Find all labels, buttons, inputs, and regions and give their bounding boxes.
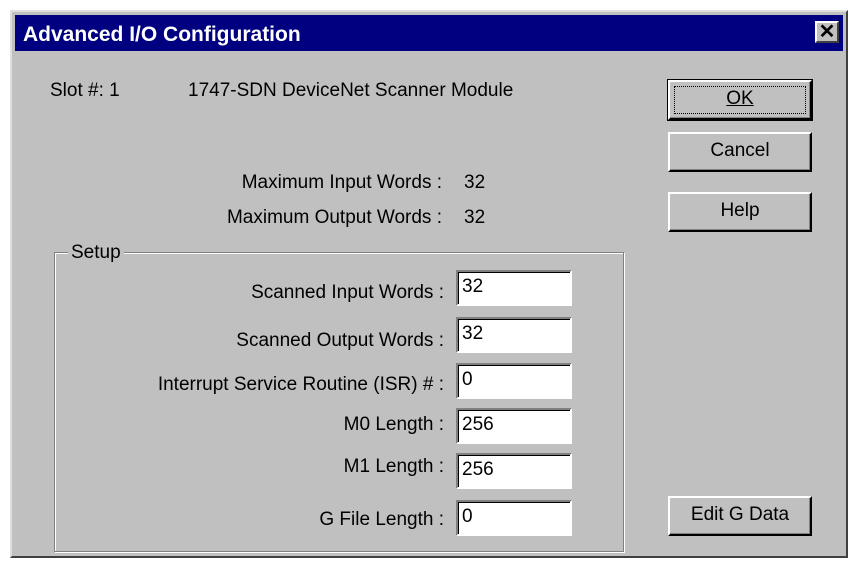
help-button-label: Help bbox=[720, 200, 760, 221]
m1-length-field[interactable]: 256 bbox=[456, 453, 572, 489]
isr-label: Interrupt Service Routine (ISR) # : bbox=[157, 374, 444, 395]
g-file-length-field[interactable]: 0 bbox=[456, 500, 572, 536]
max-output-value: 32 bbox=[464, 207, 486, 228]
module-name: 1747-SDN DeviceNet Scanner Module bbox=[188, 80, 514, 101]
dialog-title: Advanced I/O Configuration bbox=[23, 23, 301, 46]
scanned-output-words-field[interactable]: 32 bbox=[456, 317, 572, 353]
g-file-length-label: G File Length : bbox=[319, 509, 444, 530]
cancel-button[interactable]: Cancel bbox=[668, 132, 812, 172]
scanned-output-words-label: Scanned Output Words : bbox=[236, 330, 444, 351]
m0-length-label: M0 Length : bbox=[343, 414, 444, 435]
close-icon[interactable]: ✕ bbox=[815, 21, 839, 43]
edit-g-data-button[interactable]: Edit G Data bbox=[668, 496, 812, 536]
max-input-value: 32 bbox=[464, 172, 486, 193]
isr-field[interactable]: 0 bbox=[456, 363, 572, 399]
m0-length-field[interactable]: 256 bbox=[456, 408, 572, 444]
slot-label: Slot #: 1 bbox=[50, 80, 120, 101]
m1-length-label: M1 Length : bbox=[343, 456, 444, 477]
focus-rect bbox=[674, 86, 806, 114]
setup-group-label: Setup bbox=[68, 242, 124, 264]
cancel-button-label: Cancel bbox=[710, 140, 770, 161]
scanned-input-words-field[interactable]: 32 bbox=[456, 270, 572, 306]
help-button[interactable]: Help bbox=[668, 192, 812, 232]
max-output-label: Maximum Output Words : bbox=[226, 207, 442, 228]
edit-g-data-button-label: Edit G Data bbox=[690, 504, 790, 525]
max-input-label: Maximum Input Words : bbox=[241, 172, 442, 193]
scanned-input-words-label: Scanned Input Words : bbox=[251, 282, 444, 303]
title-bar: Advanced I/O Configuration ✕ bbox=[15, 15, 843, 51]
ok-button[interactable]: OK bbox=[667, 79, 813, 121]
advanced-io-dialog: Advanced I/O Configuration ✕ Slot #: 1 1… bbox=[10, 10, 848, 558]
